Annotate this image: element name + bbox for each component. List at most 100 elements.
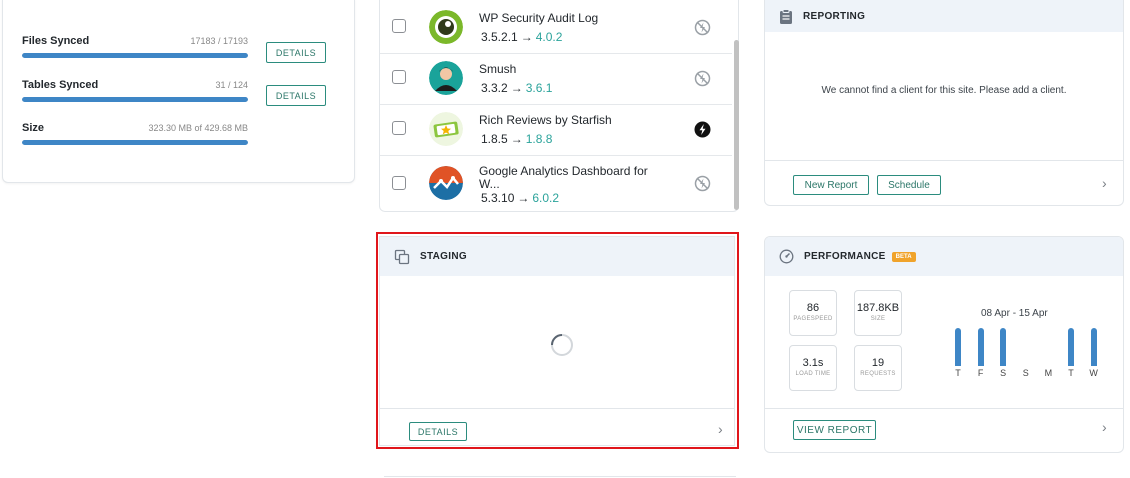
- reporting-title: REPORTING: [803, 11, 866, 22]
- rich-reviews-logo: [429, 112, 463, 146]
- new-report-button[interactable]: New Report: [793, 175, 869, 195]
- performance-card: PERFORMANCE BETA 86 PAGESPEED 187.8KB SI…: [764, 236, 1124, 453]
- arrow-right-icon: →: [517, 191, 530, 205]
- reporting-footer-divider: [765, 160, 1123, 161]
- metric-label: LOAD TIME: [795, 371, 831, 377]
- latest-version: 6.0.2: [532, 191, 560, 205]
- current-version: 3.5.2.1: [481, 30, 518, 44]
- gauge-icon: [779, 249, 794, 264]
- plugin-checkbox[interactable]: [392, 70, 406, 84]
- day-bar: [955, 328, 961, 366]
- files-details-button[interactable]: DETAILS: [266, 42, 326, 63]
- plugin-version: 3.3.2 → 3.6.1: [481, 81, 552, 95]
- google-analytics-dashboard-logo: [429, 166, 463, 200]
- staging-title: STAGING: [420, 251, 467, 262]
- plugin-checkbox[interactable]: [392, 19, 406, 33]
- current-version: 1.8.5: [481, 132, 508, 146]
- plugin-checkbox[interactable]: [392, 121, 406, 135]
- day-label: S: [1000, 368, 1007, 378]
- day-label: W: [1089, 368, 1098, 378]
- metric-value: 187.8KB: [856, 302, 900, 314]
- metric-value: 19: [871, 357, 885, 369]
- latest-version: 1.8.8: [525, 132, 553, 146]
- day-bar: [1068, 328, 1074, 366]
- requests-metric: 19 REQUESTS: [854, 345, 902, 391]
- schedule-button[interactable]: Schedule: [877, 175, 941, 195]
- performance-footer-divider: [765, 408, 1123, 409]
- clipboard-icon: [779, 8, 793, 25]
- update-disabled-icon[interactable]: [694, 19, 711, 36]
- day-label: S: [1022, 368, 1029, 378]
- date-range: 08 Apr - 15 Apr: [981, 308, 1048, 319]
- reporting-card: REPORTING We cannot find a client for th…: [764, 0, 1124, 206]
- day-label: F: [977, 368, 984, 378]
- lightning-icon[interactable]: [694, 121, 711, 138]
- reporting-header: REPORTING: [765, 0, 1123, 32]
- current-version: 3.3.2: [481, 81, 508, 95]
- day-bar: [1000, 328, 1007, 366]
- plugin-name: Google Analytics Dashboard for W...: [479, 164, 648, 191]
- files-synced-value: 17183 / 17193: [190, 36, 248, 46]
- day-label: T: [955, 368, 961, 378]
- metric-label: SIZE: [870, 316, 886, 322]
- day-bar: [977, 328, 984, 366]
- day-bar: [1090, 328, 1097, 366]
- plugin-name: Smush: [479, 62, 517, 76]
- staging-footer-divider: [380, 408, 734, 409]
- update-disabled-icon[interactable]: [694, 175, 711, 192]
- files-synced-label: Files Synced: [22, 35, 90, 47]
- files-synced-progress: [22, 53, 248, 58]
- metric-value: 3.1s: [802, 357, 824, 369]
- performance-header: PERFORMANCE BETA: [765, 237, 1123, 276]
- arrow-right-icon: →: [510, 81, 523, 95]
- size-label: Size: [22, 122, 45, 134]
- loading-spinner-icon: [550, 333, 574, 362]
- arrow-right-icon: →: [520, 30, 533, 44]
- tables-details-button[interactable]: DETAILS: [266, 85, 326, 106]
- size-value: 323.30 MB of 429.68 MB: [148, 123, 248, 133]
- beta-badge: BETA: [891, 251, 916, 262]
- plugin-row: Rich Reviews by Starfish 1.8.5 → 1.8.8: [380, 105, 732, 156]
- tables-synced-value: 31 / 124: [215, 80, 248, 90]
- smush-logo: [429, 61, 463, 95]
- tables-synced-progress: [22, 97, 248, 102]
- load-time-metric: 3.1s LOAD TIME: [789, 345, 837, 391]
- wp-security-audit-log-logo: [429, 10, 463, 44]
- staging-card: STAGING DETAILS ›: [379, 236, 735, 446]
- sync-status-card: Files Synced 17183 / 17193 DETAILS Table…: [2, 0, 355, 183]
- plugin-checkbox[interactable]: [392, 176, 406, 190]
- plugin-name: Rich Reviews by Starfish: [479, 113, 612, 127]
- plugin-version: 3.5.2.1 → 4.0.2: [481, 30, 562, 44]
- update-disabled-icon[interactable]: [694, 70, 711, 87]
- chevron-right-icon[interactable]: ›: [1102, 175, 1107, 191]
- chevron-right-icon[interactable]: ›: [1102, 419, 1107, 435]
- pagespeed-metric: 86 PAGESPEED: [789, 290, 837, 336]
- day-label: M: [1044, 368, 1053, 378]
- latest-version: 4.0.2: [535, 30, 563, 44]
- size-metric: 187.8KB SIZE: [854, 290, 902, 336]
- chevron-right-icon[interactable]: ›: [718, 421, 723, 437]
- plugin-row: WP Security Audit Log 3.5.2.1 → 4.0.2: [380, 3, 732, 54]
- latest-version: 3.6.1: [525, 81, 553, 95]
- plugin-row: Smush 3.3.2 → 3.6.1: [380, 54, 732, 105]
- day-label: T: [1068, 368, 1074, 378]
- current-version: 5.3.10: [481, 191, 515, 205]
- staging-details-button[interactable]: DETAILS: [409, 422, 467, 441]
- view-report-button[interactable]: VIEW REPORT: [793, 420, 876, 440]
- metric-value: 86: [806, 302, 820, 314]
- divider: [384, 476, 736, 477]
- copy-icon: [394, 249, 410, 265]
- plugin-row: Google Analytics Dashboard for W... 5.3.…: [380, 156, 732, 211]
- plugin-version: 1.8.5 → 1.8.8: [481, 132, 552, 146]
- reporting-message: We cannot find a client for this site. P…: [821, 85, 1067, 96]
- plugin-name: WP Security Audit Log: [479, 11, 599, 25]
- plugin-version: 5.3.10 → 6.0.2: [481, 191, 559, 205]
- arrow-right-icon: →: [510, 132, 523, 146]
- plugin-updates-list: WP Security Audit Log 3.5.2.1 → 4.0.2 Smus…: [379, 0, 739, 212]
- metric-label: REQUESTS: [860, 371, 896, 377]
- plugin-list-scrollbar[interactable]: [734, 40, 739, 210]
- staging-header: STAGING: [380, 237, 734, 276]
- tables-synced-label: Tables Synced: [22, 79, 99, 91]
- size-progress: [22, 140, 248, 145]
- metric-label: PAGESPEED: [793, 316, 833, 322]
